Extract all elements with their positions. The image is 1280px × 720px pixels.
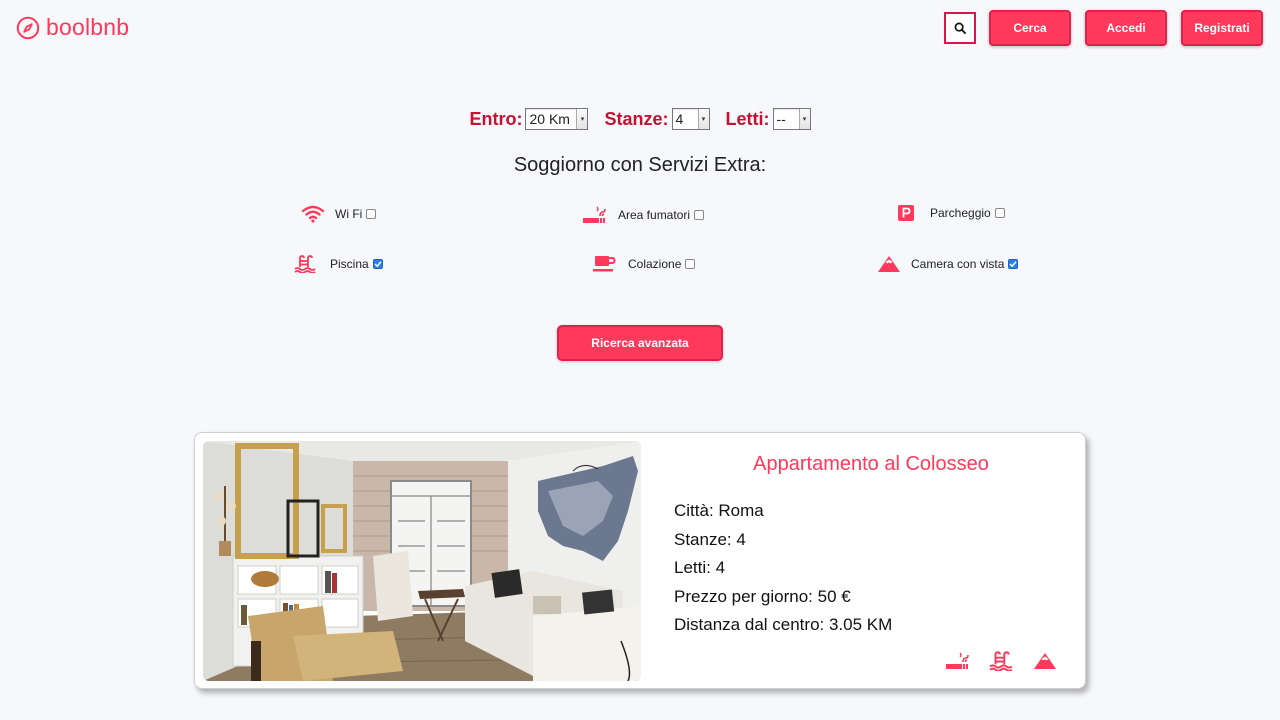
select-arrow-icon: ▾	[798, 109, 810, 129]
service-label: Parcheggio	[930, 206, 991, 220]
service-label: Colazione	[628, 257, 682, 271]
check-icon	[374, 261, 382, 268]
rooms-label: Stanze:	[604, 108, 669, 129]
service-label: Area fumatori	[618, 208, 691, 222]
wifi-icon	[301, 205, 325, 223]
listing-price: Prezzo per giorno: 50 €	[674, 586, 851, 606]
pool-icon	[294, 255, 316, 273]
service-parking: Parcheggio	[898, 205, 1005, 221]
service-label: Piscina	[330, 257, 369, 271]
filter-bar: Entro: 20 Km ▾ Stanze: 4 ▾ Letti: -- ▾	[0, 108, 1280, 130]
distance-select[interactable]: 20 Km ▾	[525, 108, 589, 130]
smoking-checkbox[interactable]	[694, 210, 705, 220]
advanced-search-button[interactable]: Ricerca avanzata	[557, 325, 723, 361]
listing-details: Città: Roma Stanze: 4 Letti: 4 Prezzo pe…	[674, 500, 892, 643]
search-icon	[954, 22, 966, 34]
listing-distance: Distanza dal centro: 3.05 KM	[674, 615, 893, 634]
beds-value: --	[776, 111, 786, 127]
service-label: Wi Fi	[335, 207, 363, 221]
wifi-checkbox[interactable]	[366, 209, 377, 219]
living-room-image	[203, 441, 641, 681]
breakfast-checkbox[interactable]	[685, 259, 696, 269]
service-label: Camera con vista	[911, 257, 1005, 271]
smoking-icon	[945, 651, 969, 671]
pool-icon	[989, 651, 1013, 671]
mountain-icon	[1033, 651, 1057, 671]
listing-beds: Letti: 4	[674, 558, 726, 577]
service-view: Camera con vista	[877, 255, 1019, 273]
pool-checkbox[interactable]	[372, 259, 383, 269]
logo[interactable]: boolbnb	[16, 14, 129, 41]
distance-filter: Entro: 20 Km ▾	[469, 108, 589, 130]
parking-icon	[898, 205, 914, 221]
beds-select[interactable]: -- ▾	[772, 108, 811, 130]
check-icon	[1009, 261, 1017, 268]
compass-icon	[16, 16, 40, 39]
parking-checkbox[interactable]	[994, 208, 1005, 218]
distance-value: 20 Km	[529, 111, 570, 127]
listing-services	[945, 651, 1057, 671]
service-breakfast: Colazione	[593, 255, 696, 273]
service-wifi: Wi Fi	[301, 205, 377, 223]
beds-label: Letti:	[725, 108, 770, 129]
coffee-icon	[593, 255, 616, 273]
smoking-icon	[582, 205, 606, 225]
view-checkbox[interactable]	[1008, 259, 1019, 269]
search-toggle-button[interactable]	[944, 12, 976, 44]
registrati-button[interactable]: Registrati	[1181, 10, 1263, 46]
rooms-filter: Stanze: 4 ▾	[604, 108, 710, 130]
select-arrow-icon: ▾	[576, 109, 588, 129]
listing-title[interactable]: Appartamento al Colosseo	[735, 453, 1007, 476]
mountain-icon	[877, 255, 901, 273]
beds-filter: Letti: -- ▾	[726, 108, 811, 130]
accedi-button[interactable]: Accedi	[1085, 10, 1167, 46]
services-title: Soggiorno con Servizi Extra:	[513, 154, 767, 176]
service-smoking: Area fumatori	[582, 205, 705, 225]
listing-rooms: Stanze: 4	[674, 529, 746, 549]
listing-photo[interactable]	[203, 441, 641, 681]
service-pool: Piscina	[294, 255, 383, 273]
listing-card[interactable]: Appartamento al Colosseo Città: Roma Sta…	[194, 432, 1086, 689]
listing-city: Città: Roma	[674, 501, 764, 520]
distance-label: Entro:	[469, 108, 523, 129]
cerca-button[interactable]: Cerca	[989, 10, 1071, 46]
brand-name: boolbnb	[46, 14, 130, 40]
rooms-value: 4	[675, 111, 684, 127]
select-arrow-icon: ▾	[697, 109, 709, 129]
rooms-select[interactable]: 4 ▾	[671, 108, 710, 130]
